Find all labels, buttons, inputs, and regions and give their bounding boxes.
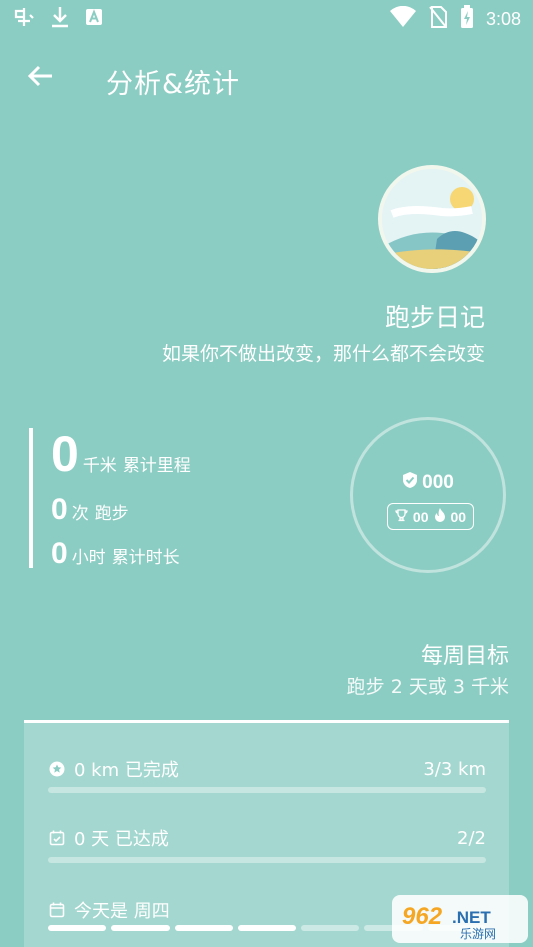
no-sim-icon [428,5,448,33]
duration-label: 累计时长 [111,548,180,568]
shield-check-icon [402,472,418,494]
today-label: 今天是 周四 [74,901,170,922]
days-progress-bar [48,857,486,863]
goal-distance-value: 3/3 km [423,758,486,780]
duration-value: 0 [51,537,68,570]
runs-value: 0 [51,493,68,526]
star-badge-icon [48,760,66,778]
trophy-icon [395,508,408,525]
stat-distance: 0 千米 累计里程 [51,425,191,483]
svg-text:.NET: .NET [452,908,491,927]
trophy-count: 00 [412,508,429,525]
week-day-segment [174,925,233,931]
weekly-goal-title: 每周目标 [420,644,509,669]
points-value: 000 [422,472,454,493]
goal-days-label: 0 天 已达成 [74,829,169,850]
flame-icon [434,508,446,525]
runs-label: 跑步 [94,504,129,524]
download-icon [50,6,70,32]
avatar[interactable] [378,165,486,273]
weekly-goal-description[interactable]: 跑步 2 天或 3 千米 [347,672,509,699]
goal-days-value: 2/2 [457,827,486,849]
site-watermark: 962 .NET 乐游网 [392,895,528,943]
arrow-left-icon [26,64,54,92]
watermark-logo: 962 .NET 乐游网 [398,897,518,941]
svg-text:乐游网: 乐游网 [460,927,496,941]
week-day-segment [237,925,297,931]
calendar-check-icon [48,829,66,847]
app-bar: 分析&统计 [0,50,533,106]
points-display: 000 [353,472,503,494]
duration-unit: 小时 [71,548,106,568]
clock: 3:08 [485,8,521,29]
stats-accent-bar [29,428,33,568]
battery-charging-icon [460,5,474,33]
flame-count: 00 [450,508,467,525]
goal-distance-row: 0 km 已完成 3/3 km [48,755,486,783]
goal-days-row: 0 天 已达成 2/2 [48,824,486,852]
app-notification-icon [12,5,36,33]
distance-label: 累计里程 [122,456,191,476]
calendar-icon [48,901,66,919]
back-button[interactable] [22,62,58,94]
profile-name: 跑步日记 [384,303,485,332]
distance-unit: 千米 [82,456,117,476]
week-day-segment [111,925,170,931]
trophy-flame-pill: 00 00 [387,503,474,530]
stat-duration: 0 小时 累计时长 [51,537,180,571]
distance-progress-bar [48,787,486,793]
week-day-segment [301,925,360,931]
week-day-segment [48,925,107,931]
goal-distance-label: 0 km 已完成 [74,760,179,781]
stat-runs: 0 次 跑步 [51,493,129,527]
page-title: 分析&统计 [106,69,241,100]
profile-motto: 如果你不做出改变，那什么都不会改变 [161,343,485,365]
achievement-ring[interactable]: 000 00 00 [350,417,506,573]
distance-value: 0 [51,426,79,482]
status-bar: 3:08 [0,0,533,38]
wifi-icon [389,5,416,32]
runs-unit: 次 [71,504,89,524]
svg-text:962: 962 [402,903,443,930]
a-badge-icon [84,7,104,31]
